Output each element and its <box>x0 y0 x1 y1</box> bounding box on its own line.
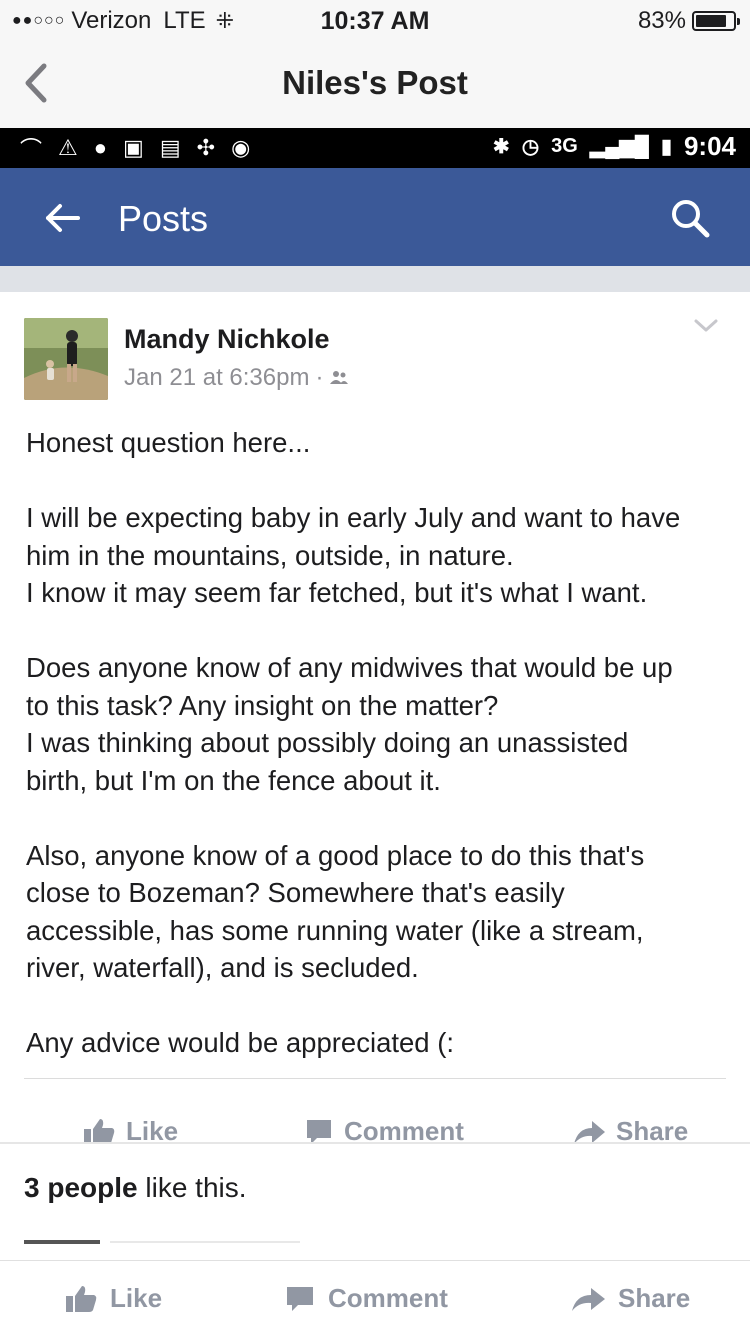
post-line: Does anyone know of any midwives that wo… <box>26 652 673 683</box>
android-clock: 9:04 <box>683 131 736 161</box>
post-line: I was thinking about possibly doing an u… <box>26 727 629 758</box>
post-line: close to Bozeman? Somewhere that's easil… <box>26 877 565 908</box>
search-button[interactable] <box>668 196 712 240</box>
likes-suffix: like this. <box>145 1172 247 1203</box>
bottom-like-button[interactable]: Like <box>64 1283 162 1314</box>
post-line: I know it may seem far fetched, but it's… <box>26 577 648 608</box>
post-line: to this task? Any insight on the matter? <box>26 689 499 721</box>
post-card: Mandy Nichkole Jan 21 at 6:36pm · Honest… <box>0 292 750 1146</box>
embedded-screenshot: ⌒ ⚠ ● ▣ ▤ ✣ ◉ ✱ ◷ 3G ▂▄▆█ ▮ 9:04 Posts M… <box>0 128 750 1334</box>
ios-status-bar: ●●○○○ Verizon LTE ⁜ 10:37 AM 83% <box>0 0 750 40</box>
posts-back-button[interactable] <box>42 198 82 238</box>
avatar[interactable] <box>24 318 108 400</box>
post-options-button[interactable] <box>692 316 720 336</box>
actions-divider <box>24 1078 726 1079</box>
facebook-header: Posts <box>0 168 750 266</box>
bottom-share-button[interactable]: Share <box>570 1283 690 1314</box>
likes-count: 3 people <box>24 1172 138 1203</box>
bottom-action-bar: Like Comment Share <box>0 1260 750 1334</box>
arrow-left-icon <box>46 204 80 232</box>
bottom-comment-label: Comment <box>328 1283 448 1313</box>
chevron-down-icon <box>694 319 718 332</box>
messenger-icon: ● <box>93 135 108 160</box>
wifi-icon: ⌒ <box>20 137 43 162</box>
alarm-icon: ◷ <box>521 136 540 158</box>
post-meta: Jan 21 at 6:36pm · <box>124 364 349 392</box>
warning-icon: ⚠ <box>58 135 78 160</box>
post-line: accessible, has some running water (like… <box>26 914 644 946</box>
chat-icon: ▤ <box>159 135 181 160</box>
friends-audience-icon <box>330 371 349 384</box>
post-line: river, waterfall), and is secluded. <box>26 952 419 983</box>
post-line: I will be expecting baby in early July a… <box>26 502 681 533</box>
pinwheel-icon: ✣ <box>196 135 216 160</box>
comment-icon <box>287 1286 313 1311</box>
page-title: Niles's Post <box>282 64 468 101</box>
post-line: Also, anyone know of a good place to do … <box>26 839 645 871</box>
battery-fill <box>696 15 726 27</box>
gallery-icon: ▣ <box>123 135 144 160</box>
android-notification-icons: ⌒ ⚠ ● ▣ ▤ ✣ ◉ <box>0 132 250 164</box>
bottom-comment-button[interactable]: Comment <box>284 1283 448 1314</box>
post-line: birth, but I'm on the fence about it. <box>26 764 441 796</box>
share-arrow-icon <box>572 1287 605 1311</box>
ios-navigation-bar: Niles's Post <box>0 40 750 128</box>
thumbs-up-icon <box>66 1285 97 1312</box>
avatar-photo <box>24 318 108 400</box>
likes-summary[interactable]: 3 people like this. <box>24 1172 247 1204</box>
android-status-bar: ⌒ ⚠ ● ▣ ▤ ✣ ◉ ✱ ◷ 3G ▂▄▆█ ▮ 9:04 <box>0 128 750 168</box>
bottom-like-label: Like <box>110 1283 163 1313</box>
android-system-icons: ✱ ◷ 3G ▂▄▆█ ▮ 9:04 <box>493 131 736 162</box>
truncated-comment-preview <box>24 1240 300 1244</box>
camera-icon: ◉ <box>231 135 251 160</box>
bluetooth-icon: ✱ <box>492 136 510 158</box>
meta-separator: · <box>315 364 324 391</box>
android-battery-icon: ▮ <box>660 136 672 158</box>
post-line: Any advice would be appreciated (: <box>26 1027 455 1058</box>
ios-status-right: 83% <box>637 7 740 35</box>
android-network-type: 3G <box>551 135 578 157</box>
post-line: Honest question here... <box>26 427 311 458</box>
search-icon <box>672 200 710 238</box>
signal-bars-icon: ▂▄▆█ <box>589 136 649 158</box>
header-title: Posts <box>118 198 209 239</box>
feed-separator <box>0 266 750 292</box>
post-timestamp[interactable]: Jan 21 at 6:36pm <box>124 364 309 392</box>
battery-icon <box>692 11 740 31</box>
bottom-share-label: Share <box>618 1283 691 1313</box>
battery-percent: 83% <box>637 7 686 34</box>
post-body: Honest question here... I will be expect… <box>26 424 726 1062</box>
post-line: him in the mountains, outside, in nature… <box>26 539 514 571</box>
author-name[interactable]: Mandy Nichkole <box>124 324 330 355</box>
